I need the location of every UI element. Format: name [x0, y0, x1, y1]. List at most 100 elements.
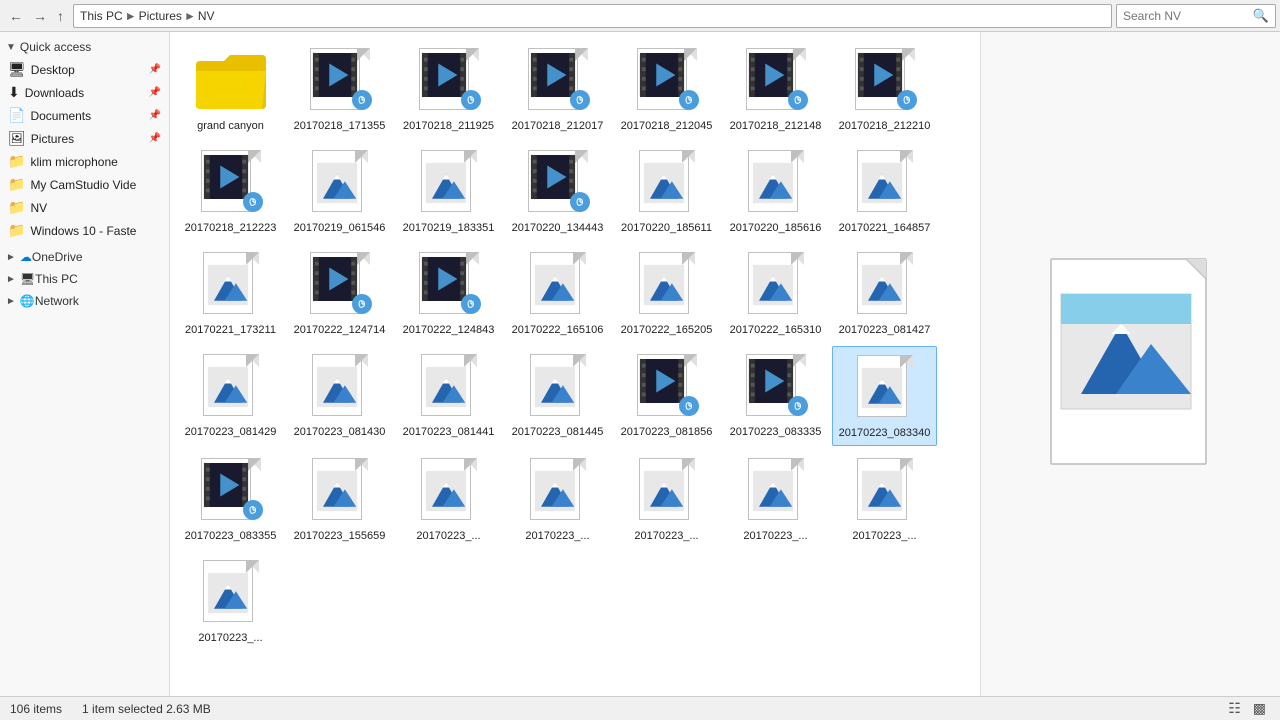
file-item-f13[interactable]: 20170221_164857: [832, 142, 937, 240]
onedrive-header[interactable]: ► ☁ OneDrive: [0, 246, 169, 268]
file-item-f11[interactable]: 20170220_185611: [614, 142, 719, 240]
pictures-pin-icon: 📌: [149, 133, 161, 144]
file-label-f20: 20170223_081427: [839, 324, 931, 336]
file-label-f33: 20170223_...: [743, 530, 807, 542]
file-item-f21[interactable]: 20170223_081429: [178, 346, 283, 446]
file-item-f27[interactable]: 20170223_083340: [832, 346, 937, 446]
file-item-f34[interactable]: 20170223_...: [832, 450, 937, 548]
file-item-f23[interactable]: 20170223_081441: [396, 346, 501, 446]
file-icon-f20: [849, 250, 921, 322]
file-label-grand-canyon: grand canyon: [197, 120, 264, 132]
file-item-f3[interactable]: 20170218_212017: [505, 40, 610, 138]
sidebar-item-desktop[interactable]: 🖥 Desktop 📌: [0, 58, 169, 81]
sidebar-item-nv[interactable]: 📁 NV: [0, 196, 169, 219]
mycam-label: My CamStudio Vide: [30, 178, 136, 192]
file-item-f19[interactable]: 20170222_165310: [723, 244, 828, 342]
file-item-f35[interactable]: 20170223_...: [178, 552, 283, 650]
file-item-f10[interactable]: 20170220_134443: [505, 142, 610, 240]
address-part-pictures[interactable]: Pictures: [139, 9, 182, 23]
file-item-f6[interactable]: 20170218_212210: [832, 40, 937, 138]
file-label-f32: 20170223_...: [634, 530, 698, 542]
up-button[interactable]: ↑: [52, 6, 69, 26]
file-item-f32[interactable]: 20170223_...: [614, 450, 719, 548]
file-item-f8[interactable]: 20170219_061546: [287, 142, 392, 240]
file-item-f24[interactable]: 20170223_081445: [505, 346, 610, 446]
file-icon-f14: [195, 250, 267, 322]
file-item-f30[interactable]: 20170223_...: [396, 450, 501, 548]
thispc-header[interactable]: ► 🖥 This PC: [0, 268, 169, 290]
klim-folder-icon: 📁: [8, 153, 25, 170]
preview-panel: [980, 32, 1280, 696]
file-item-f17[interactable]: 20170222_165106: [505, 244, 610, 342]
sidebar-item-klim-microphone[interactable]: 📁 klim microphone: [0, 150, 169, 173]
file-icon-f25: [631, 352, 703, 424]
address-bar[interactable]: This PC ► Pictures ► NV: [73, 4, 1112, 28]
file-item-f12[interactable]: 20170220_185616: [723, 142, 828, 240]
sidebar-item-pictures[interactable]: 🖼 Pictures 📌: [0, 127, 169, 150]
back-button[interactable]: ←: [4, 6, 28, 26]
desktop-icon: 🖥: [8, 61, 26, 78]
file-icon-f12: [740, 148, 812, 220]
file-icon-f35: [195, 558, 267, 630]
preview-image-icon: [1031, 254, 1231, 474]
desktop-label: Desktop: [31, 63, 75, 77]
documents-pin-icon: 📌: [149, 110, 161, 121]
file-item-f22[interactable]: 20170223_081430: [287, 346, 392, 446]
sidebar-item-documents[interactable]: 📄 Documents 📌: [0, 104, 169, 127]
file-item-f33[interactable]: 20170223_...: [723, 450, 828, 548]
file-icon-f23: [413, 352, 485, 424]
file-label-f4: 20170218_212045: [621, 120, 713, 132]
file-icon-f2: [413, 46, 485, 118]
file-icon-f8: [304, 148, 376, 220]
file-item-f29[interactable]: 20170223_155659: [287, 450, 392, 548]
address-part-nv[interactable]: NV: [198, 9, 215, 23]
file-item-f16[interactable]: 20170222_124843: [396, 244, 501, 342]
search-bar[interactable]: 🔍: [1116, 4, 1276, 28]
file-item-f7[interactable]: 20170218_212223: [178, 142, 283, 240]
file-item-f18[interactable]: 20170222_165205: [614, 244, 719, 342]
file-label-f16: 20170222_124843: [403, 324, 495, 336]
file-label-f34: 20170223_...: [852, 530, 916, 542]
view-list-button[interactable]: ☷: [1224, 698, 1245, 719]
file-item-grand-canyon[interactable]: grand canyon: [178, 40, 283, 138]
file-item-f14[interactable]: 20170221_173211: [178, 244, 283, 342]
sidebar: ▼ Quick access 🖥 Desktop 📌 ⬇ Downloads 📌…: [0, 32, 170, 696]
quick-access-label: Quick access: [20, 40, 91, 54]
file-item-f9[interactable]: 20170219_183351: [396, 142, 501, 240]
file-icon-f16: [413, 250, 485, 322]
sidebar-item-downloads[interactable]: ⬇ Downloads 📌: [0, 81, 169, 104]
pictures-label: Pictures: [31, 132, 74, 146]
onedrive-arrow: ►: [6, 252, 16, 263]
file-item-f20[interactable]: 20170223_081427: [832, 244, 937, 342]
file-item-f4[interactable]: 20170218_212045: [614, 40, 719, 138]
file-label-f1: 20170218_171355: [294, 120, 386, 132]
file-label-f2: 20170218_211925: [403, 120, 494, 132]
forward-button[interactable]: →: [28, 6, 52, 26]
file-item-f26[interactable]: 20170223_083335: [723, 346, 828, 446]
preview-content: [981, 32, 1280, 696]
file-label-f28: 20170223_083355: [185, 530, 277, 542]
file-grid-container[interactable]: grand canyon 20170218_171355: [170, 32, 980, 696]
file-item-f15[interactable]: 20170222_124714: [287, 244, 392, 342]
view-grid-button[interactable]: ▩: [1249, 698, 1270, 719]
file-label-f14: 20170221_173211: [185, 324, 276, 336]
file-item-f25[interactable]: 20170223_081856: [614, 346, 719, 446]
network-label: Network: [35, 294, 79, 308]
file-item-f2[interactable]: 20170218_211925: [396, 40, 501, 138]
file-item-f5[interactable]: 20170218_212148: [723, 40, 828, 138]
file-item-f28[interactable]: 20170223_083355: [178, 450, 283, 548]
file-item-f31[interactable]: 20170223_...: [505, 450, 610, 548]
search-input[interactable]: [1123, 9, 1253, 23]
file-item-f1[interactable]: 20170218_171355: [287, 40, 392, 138]
file-icon-f18: [631, 250, 703, 322]
sidebar-item-windows10[interactable]: 📁 Windows 10 - Faste: [0, 219, 169, 242]
file-label-f15: 20170222_124714: [294, 324, 386, 336]
network-header[interactable]: ► 🌐 Network: [0, 290, 169, 312]
sidebar-item-mycamstudio[interactable]: 📁 My CamStudio Vide: [0, 173, 169, 196]
address-part-thispc[interactable]: This PC: [80, 9, 123, 23]
content-area: grand canyon 20170218_171355: [170, 32, 1280, 696]
status-bar: 106 items 1 item selected 2.63 MB ☷ ▩: [0, 696, 1280, 720]
quick-access-header[interactable]: ▼ Quick access: [0, 36, 169, 58]
file-icon-grand-canyon: [195, 46, 267, 118]
file-label-f3: 20170218_212017: [512, 120, 604, 132]
